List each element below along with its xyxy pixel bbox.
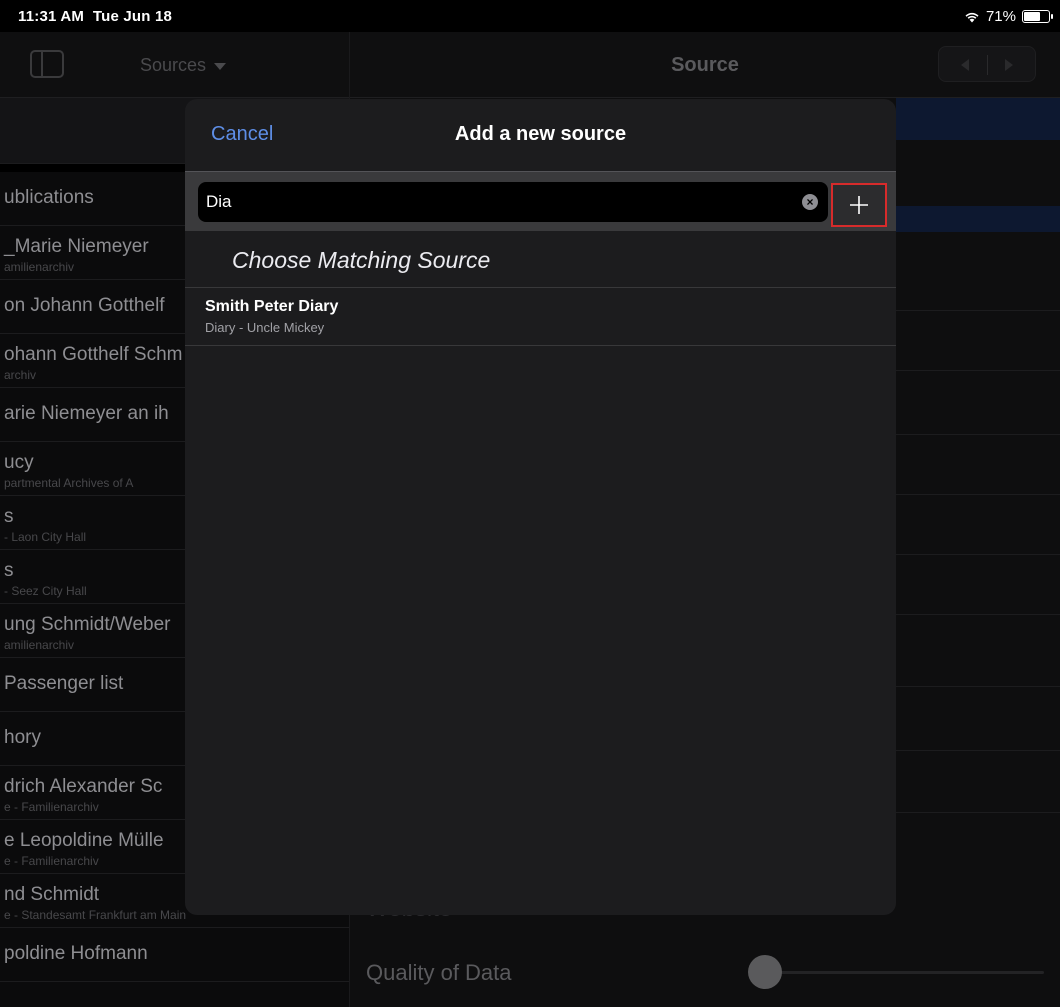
selected-row-highlight	[896, 206, 1060, 232]
quality-label: Quality of Data	[366, 960, 512, 985]
modal-header: Cancel Add a new source	[185, 99, 896, 171]
battery-percent: 71%	[985, 8, 1016, 25]
chevron-left-icon[interactable]	[961, 59, 969, 71]
sidebar-item[interactable]: poldine Hofmann	[0, 928, 349, 982]
quality-slider[interactable]	[748, 955, 1044, 989]
search-field[interactable]: ×	[198, 182, 828, 222]
status-time: 11:31 AM Tue Jun 18	[18, 8, 172, 25]
plus-icon	[850, 196, 868, 214]
battery-icon	[1022, 10, 1053, 23]
detail-navbar: Source	[350, 32, 1060, 98]
add-source-modal: Cancel Add a new source × Choose Matchin…	[185, 99, 896, 915]
slider-knob[interactable]	[748, 955, 782, 989]
status-bar: 11:31 AM Tue Jun 18 71%	[0, 0, 1060, 32]
sources-menu[interactable]: Sources	[140, 55, 227, 76]
time-label: 11:31 AM	[18, 8, 85, 25]
list-item[interactable]: Smith Peter Diary Diary - Uncle Mickey	[185, 288, 896, 346]
sources-title: Sources	[140, 55, 207, 75]
prev-next-control[interactable]	[938, 46, 1036, 82]
status-indicators: 71%	[964, 8, 1053, 25]
chevron-down-icon	[214, 62, 227, 70]
result-subtitle: Diary - Uncle Mickey	[205, 320, 325, 335]
wifi-icon	[965, 12, 979, 22]
modal-title: Add a new source	[454, 123, 627, 145]
section-header-label: Choose Matching Source	[232, 247, 491, 273]
add-source-button[interactable]	[831, 183, 887, 227]
sidebar-toggle-icon[interactable]	[30, 50, 64, 78]
sidebar-navbar: Sources	[0, 32, 349, 98]
section-header: Choose Matching Source	[185, 231, 896, 288]
selected-row-highlight	[896, 98, 1060, 140]
result-title: Smith Peter Diary	[205, 298, 339, 315]
source-search-bar: ×	[185, 171, 896, 231]
chevron-right-icon[interactable]	[1005, 59, 1013, 71]
sidebar-item-title: poldine Hofmann	[4, 943, 148, 964]
search-input[interactable]	[206, 182, 796, 222]
clear-icon[interactable]: ×	[802, 194, 818, 210]
date-label: Tue Jun 18	[92, 8, 173, 25]
